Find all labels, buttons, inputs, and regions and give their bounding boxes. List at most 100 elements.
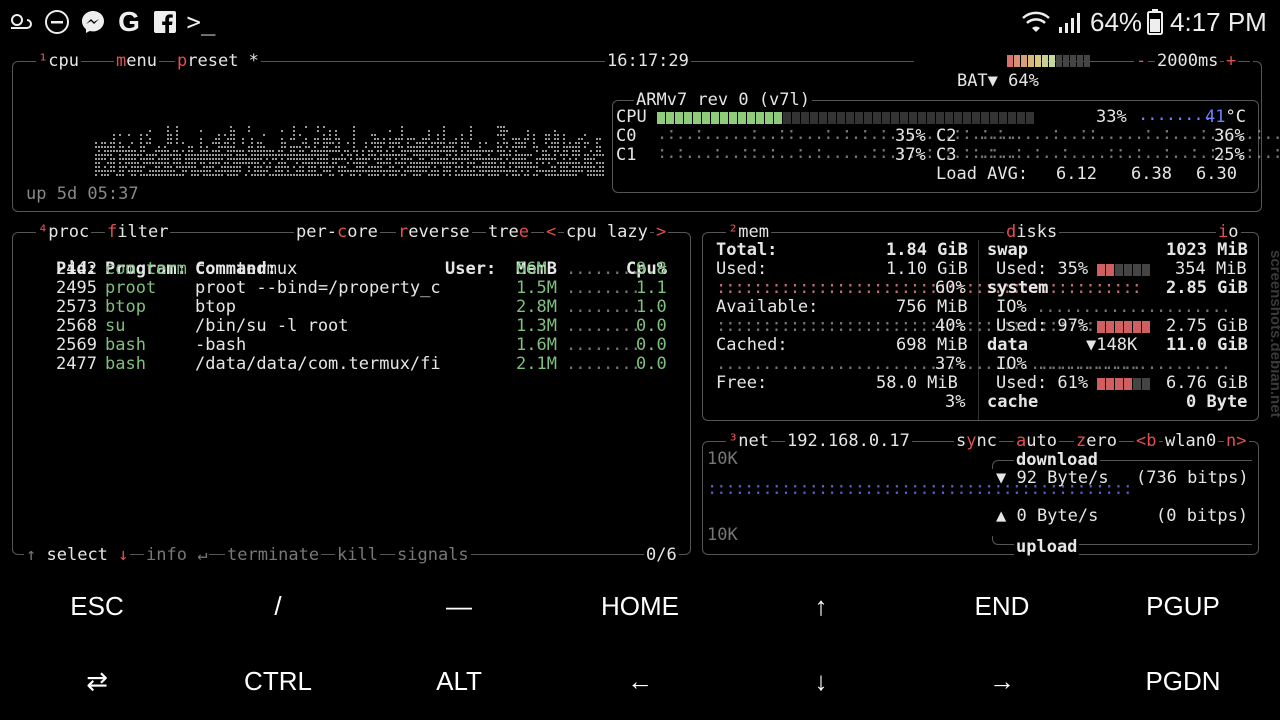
auto-toggle[interactable]: auto bbox=[1014, 431, 1059, 451]
mem-cached-pct: 37% bbox=[935, 354, 966, 374]
battery-icon bbox=[1144, 8, 1166, 36]
zero-toggle[interactable]: zero bbox=[1074, 431, 1119, 451]
proc-count: 0/6 bbox=[644, 545, 679, 565]
tab-key[interactable]: ⇄ bbox=[6, 646, 188, 716]
preset-button[interactable]: preset * bbox=[175, 51, 261, 71]
core-c2-label: C2 bbox=[936, 126, 957, 146]
iface-next-button[interactable]: n> bbox=[1224, 431, 1249, 451]
disk-swap-bar bbox=[1097, 264, 1150, 276]
menu-button[interactable]: menu bbox=[114, 51, 159, 71]
mem-avail-pct: 40% bbox=[935, 316, 966, 336]
slash-key[interactable]: / bbox=[187, 571, 369, 641]
cpu-total-label: CPU bbox=[616, 107, 647, 127]
core-c1-pct: 37% bbox=[895, 145, 926, 165]
tab-proc[interactable]: ⁴proc bbox=[36, 222, 92, 242]
proc-cpu-graph: ........ bbox=[566, 335, 641, 355]
disk-swap-used: 354 MiB bbox=[1175, 259, 1247, 279]
right-arrow-key[interactable]: → bbox=[911, 646, 1093, 716]
core-c3-pct: 25% bbox=[1214, 145, 1245, 165]
proc-pid: 2495 bbox=[56, 278, 97, 298]
google-icon: G bbox=[118, 6, 140, 37]
proc-pid: 2442 bbox=[56, 259, 97, 279]
end-key[interactable]: END bbox=[911, 571, 1093, 641]
terminal-icon: >_ bbox=[186, 8, 216, 36]
disk-data-label: data bbox=[987, 335, 1028, 355]
left-arrow-key[interactable]: ← bbox=[549, 646, 731, 716]
disk-data-size: 11.0 GiB bbox=[1166, 335, 1248, 355]
tab-disks[interactable]: disks bbox=[1004, 222, 1060, 242]
mem-used-label: Used: bbox=[716, 259, 768, 279]
signal-icon bbox=[1056, 8, 1086, 36]
pgdn-key[interactable]: PGDN bbox=[1092, 646, 1274, 716]
mem-avail-label: Available: bbox=[716, 297, 819, 317]
ctrl-key[interactable]: CTRL bbox=[187, 646, 369, 716]
load-avg-1: 6.12 bbox=[1056, 164, 1097, 184]
proc-command: proot --bind=/property_c bbox=[195, 278, 441, 298]
kill-button[interactable]: kill bbox=[335, 545, 380, 565]
core-c0-graph: .:..:.....:..::...:.:.:.:.....:.::.:... bbox=[657, 124, 1018, 144]
disk-data-io-label: IO% bbox=[996, 354, 1027, 374]
up-arrow-key[interactable]: ↑ bbox=[730, 571, 912, 641]
disk-system-bar bbox=[1097, 321, 1150, 333]
tab-mem[interactable]: ²mem bbox=[726, 222, 771, 242]
down-arrow-key[interactable]: ↓ bbox=[730, 646, 912, 716]
proc-program: bash bbox=[105, 335, 146, 355]
mem-total: 1.84 GiB bbox=[886, 240, 968, 260]
select-control[interactable]: ↑ select ↓ bbox=[24, 545, 131, 565]
iface-prev-button[interactable]: <b bbox=[1134, 431, 1159, 451]
proc-mem: 1.3M bbox=[516, 316, 557, 336]
disk-swap-label: swap bbox=[987, 240, 1028, 260]
battery-percent: 64% bbox=[1090, 7, 1143, 37]
sync-toggle[interactable]: sync bbox=[954, 431, 999, 451]
home-key[interactable]: HOME bbox=[549, 571, 731, 641]
interval-decrease-button[interactable]: - bbox=[1134, 51, 1149, 71]
signals-button[interactable]: signals bbox=[395, 545, 471, 565]
esc-key[interactable]: ESC bbox=[6, 571, 188, 641]
load-avg-5: 6.38 bbox=[1131, 164, 1172, 184]
terminate-button[interactable]: terminate bbox=[225, 545, 322, 565]
proc-command: /data/data/com.termux/fi bbox=[195, 354, 441, 374]
net-iface: wlan0 bbox=[1163, 431, 1219, 451]
proc-mem: 1.6M bbox=[516, 335, 557, 355]
mem-free: 58.0 MiB bbox=[876, 373, 958, 393]
mem-free-pct: 3% bbox=[945, 392, 966, 412]
status-time: 4:17 PM bbox=[1170, 7, 1267, 37]
interval-increase-button[interactable]: + bbox=[1224, 51, 1239, 71]
core-c1-graph: :.:...:..::.:..:.:.....::.:..:.:.::.:.. bbox=[657, 143, 1018, 163]
alt-key[interactable]: ALT bbox=[368, 646, 550, 716]
pgup-key[interactable]: PGUP bbox=[1092, 571, 1274, 641]
disk-data-bar bbox=[1097, 378, 1150, 390]
upload-label: upload bbox=[1014, 537, 1080, 557]
sort-prev-button[interactable]: < bbox=[544, 222, 559, 242]
filter-button[interactable]: filter bbox=[105, 222, 171, 242]
tree-toggle[interactable]: tree bbox=[486, 222, 531, 242]
dash-key[interactable]: — bbox=[368, 571, 550, 641]
proc-pid: 2568 bbox=[56, 316, 97, 336]
col-user[interactable]: User: bbox=[445, 260, 496, 279]
proc-mem: 1.5M bbox=[516, 278, 557, 298]
per-core-toggle[interactable]: per-core bbox=[294, 222, 380, 242]
disk-system-io-graph: ..................... bbox=[1036, 297, 1231, 317]
proc-cpu-graph: ........ bbox=[566, 278, 641, 298]
battery-bar bbox=[1007, 55, 1090, 67]
tab-cpu[interactable]: ¹cpu bbox=[36, 51, 81, 71]
proc-mem: 2.8M bbox=[516, 297, 557, 317]
proc-cpu: 0.0 bbox=[636, 335, 667, 355]
disk-system-used-label: Used: 97% bbox=[996, 316, 1089, 336]
info-button[interactable]: info ↵ bbox=[144, 545, 210, 565]
watermark: screenshots.debian.net bbox=[1267, 250, 1280, 418]
disk-system-used: 2.75 GiB bbox=[1166, 316, 1248, 336]
proc-program: com.term bbox=[105, 259, 187, 279]
tab-net[interactable]: ³net bbox=[726, 431, 771, 451]
download-bits: (736 bitps) bbox=[1136, 468, 1249, 488]
reverse-toggle[interactable]: reverse bbox=[396, 222, 472, 242]
mem-cached-label: Cached: bbox=[716, 335, 788, 355]
tab-io[interactable]: io bbox=[1216, 222, 1241, 242]
mem-free-label: Free: bbox=[716, 373, 768, 393]
proc-cpu-graph: ........ bbox=[566, 316, 641, 336]
messenger-icon bbox=[78, 8, 108, 36]
proc-cpu: 9.8 bbox=[636, 259, 667, 279]
proc-command: com.termux bbox=[195, 259, 298, 279]
sort-next-button[interactable]: > bbox=[654, 222, 669, 242]
mem-cached: 698 MiB bbox=[896, 335, 968, 355]
